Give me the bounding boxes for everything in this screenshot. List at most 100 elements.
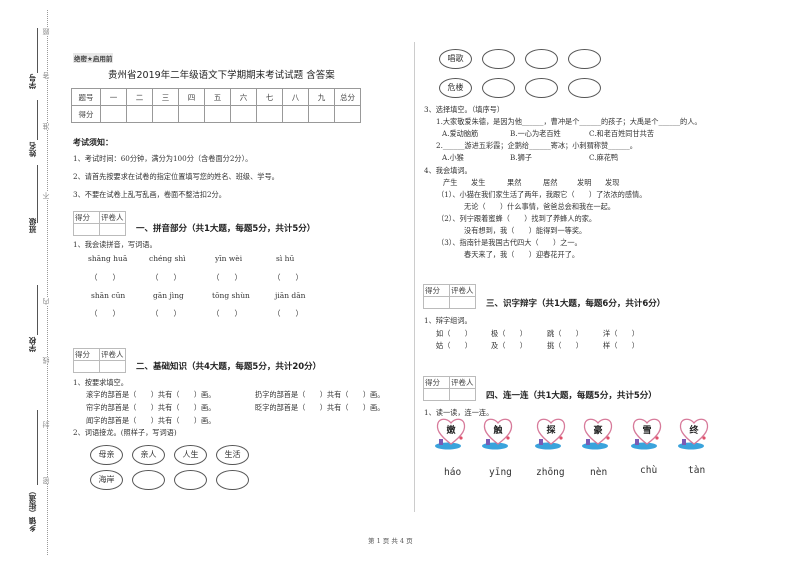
word-oval-blank[interactable] <box>568 78 601 98</box>
column-divider <box>414 42 415 512</box>
char-blank[interactable]: 洋（ ） <box>603 329 639 339</box>
pinyin-match-item[interactable]: nèn <box>590 467 607 478</box>
fill-sentence[interactable]: （3）、指南针是我国古代四大（ ）之一。 <box>437 238 582 248</box>
word-oval-blank[interactable] <box>482 78 515 98</box>
grader-score-cell[interactable] <box>73 360 100 373</box>
score-input-cell[interactable] <box>308 105 335 123</box>
word-oval: 人生 <box>174 445 207 465</box>
char-blank[interactable]: 极（ ） <box>491 329 527 339</box>
pinyin: sì hū <box>276 254 295 263</box>
heart-character-card[interactable]: 雪 <box>630 415 664 451</box>
score-table-cell: 二 <box>126 88 153 106</box>
word-oval-blank[interactable] <box>132 470 165 490</box>
grader-score-cell[interactable] <box>73 223 100 236</box>
answer-blank[interactable]: （ ） <box>151 272 181 283</box>
student-id-line[interactable] <box>37 28 38 73</box>
heart-character-card[interactable]: 探 <box>534 415 568 451</box>
pinyin: gān jìng <box>153 291 184 300</box>
score-input-cell[interactable] <box>126 105 153 123</box>
grader-score-cell[interactable] <box>423 296 450 309</box>
word-oval-blank[interactable] <box>525 78 558 98</box>
pinyin-match-item[interactable]: chù <box>640 465 657 476</box>
pinyin-match-item[interactable]: zhōng <box>536 467 565 478</box>
notice-item: 3、不要在试卷上乱写乱画，卷面不整洁扣2分。 <box>73 190 226 199</box>
score-table-cell: 三 <box>152 88 179 106</box>
score-input-cell[interactable] <box>178 105 205 123</box>
word-oval: 生活 <box>216 445 249 465</box>
fill-blank-line[interactable]: 扔字的部首是（ ）共有（ ）画。 <box>255 390 384 400</box>
name-line[interactable] <box>37 100 38 140</box>
fill-blank-line[interactable]: 眨字的部首是（ ）共有（ ）画。 <box>255 403 384 413</box>
question-sentence[interactable]: 1.大家敬爱朱德，是因为他______，曹冲是个______的孩子；大禹是个__… <box>436 117 702 127</box>
fill-sentence[interactable]: （1）、小猫在我们家生活了两年，我跟它（ ）了浓浓的感情。 <box>437 190 646 200</box>
pinyin: shāng huā <box>88 254 128 263</box>
score-table-cell: 得分 <box>71 105 101 123</box>
question-text: 1、辩字组词。 <box>424 316 472 325</box>
pinyin: chéng shì <box>149 254 186 263</box>
grader-reviewer-cell[interactable] <box>99 223 126 236</box>
class-line[interactable] <box>37 165 38 223</box>
char-blank[interactable]: 及（ ） <box>491 341 527 351</box>
char-blank[interactable]: 挑（ ） <box>547 341 583 351</box>
question-text: 3、选择填空。（填序号） <box>424 105 505 114</box>
score-input-cell[interactable] <box>230 105 257 123</box>
fill-blank-line[interactable]: 帘字的部首是（ ）共有（ ）画。 <box>86 403 215 413</box>
grader-reviewer-cell[interactable] <box>449 388 476 401</box>
heart-character-card[interactable]: 触 <box>481 415 515 451</box>
grader-score-label: 得分 <box>73 348 100 361</box>
section-title: 一、拼音部分（共1大题，每题5分，共计5分） <box>136 224 316 234</box>
score-input-cell[interactable] <box>256 105 283 123</box>
word-oval-blank[interactable] <box>174 470 207 490</box>
word-oval-blank[interactable] <box>525 49 558 69</box>
pinyin-match-item[interactable]: yīng <box>489 467 512 478</box>
heart-character-card[interactable]: 嫩 <box>434 415 468 451</box>
score-table-cell: 总分 <box>334 88 361 106</box>
fill-sentence[interactable]: 无论（ ）什么事情，爸爸总会和我在一起。 <box>464 202 615 212</box>
score-input-cell[interactable] <box>100 105 127 123</box>
score-input-cell[interactable] <box>152 105 179 123</box>
grader-score-cell[interactable] <box>423 388 450 401</box>
seal-char: 内 <box>41 298 51 305</box>
answer-blank[interactable]: （ ） <box>90 272 120 283</box>
grader-reviewer-cell[interactable] <box>99 360 126 373</box>
answer-blank[interactable]: （ ） <box>273 308 303 319</box>
word-oval-blank[interactable] <box>568 49 601 69</box>
word-oval-blank[interactable] <box>216 470 249 490</box>
answer-blank[interactable]: （ ） <box>273 272 303 283</box>
school-line[interactable] <box>37 285 38 335</box>
town-line[interactable] <box>37 410 38 485</box>
score-input-cell[interactable] <box>282 105 309 123</box>
answer-blank[interactable]: （ ） <box>212 308 242 319</box>
fill-sentence[interactable]: （2）、列宁跟着蜜蜂（ ）找到了养蜂人的家。 <box>437 214 596 224</box>
heart-char: 触 <box>493 426 503 436</box>
class-label: 班级 <box>28 218 37 233</box>
fill-blank-line[interactable]: 闻字的部首是（ ）共有（ ）画。 <box>86 416 215 426</box>
grader-reviewer-cell[interactable] <box>449 296 476 309</box>
fill-sentence[interactable]: 春天来了，我（ ）迎春花开了。 <box>464 250 579 260</box>
score-table-score-row: 得分 <box>71 105 361 123</box>
answer-blank[interactable]: （ ） <box>212 272 242 283</box>
score-table-cell: 八 <box>282 88 309 106</box>
fill-blank-line[interactable]: 滚字的部首是（ ）共有（ ）画。 <box>86 390 215 400</box>
heart-character-card[interactable]: 豪 <box>581 415 615 451</box>
pinyin-match-item[interactable]: háo <box>444 467 461 478</box>
question-sentence[interactable]: 2.______游进五彩霞；企鹅给______寄冰；小刺猬称赞______。 <box>436 141 637 151</box>
score-input-cell[interactable] <box>334 105 361 123</box>
pinyin: tōng shùn <box>212 291 250 300</box>
answer-blank[interactable]: （ ） <box>151 308 181 319</box>
notice-item: 2、请首先按要求在试卷的指定位置填写您的姓名、班级、学号。 <box>73 172 279 181</box>
heart-character-card[interactable]: 终 <box>677 415 711 451</box>
grader-reviewer-label: 评卷人 <box>449 284 476 297</box>
char-blank[interactable]: 姑（ ） <box>436 341 472 351</box>
word-oval: 危楼 <box>439 78 472 98</box>
notice-item: 1、考试时间：60分钟，满分为100分（含卷面分2分）。 <box>73 154 253 163</box>
char-blank[interactable]: 如（ ） <box>436 329 472 339</box>
fill-sentence[interactable]: 没有想到，我（ ）能得到一等奖。 <box>464 226 586 236</box>
word-oval-blank[interactable] <box>482 49 515 69</box>
question-text: 4、我会填词。 <box>424 166 472 175</box>
char-blank[interactable]: 跳（ ） <box>547 329 583 339</box>
answer-blank[interactable]: （ ） <box>90 308 120 319</box>
char-blank[interactable]: 样（ ） <box>603 341 639 351</box>
score-input-cell[interactable] <box>204 105 231 123</box>
pinyin-match-item[interactable]: tàn <box>688 465 705 476</box>
